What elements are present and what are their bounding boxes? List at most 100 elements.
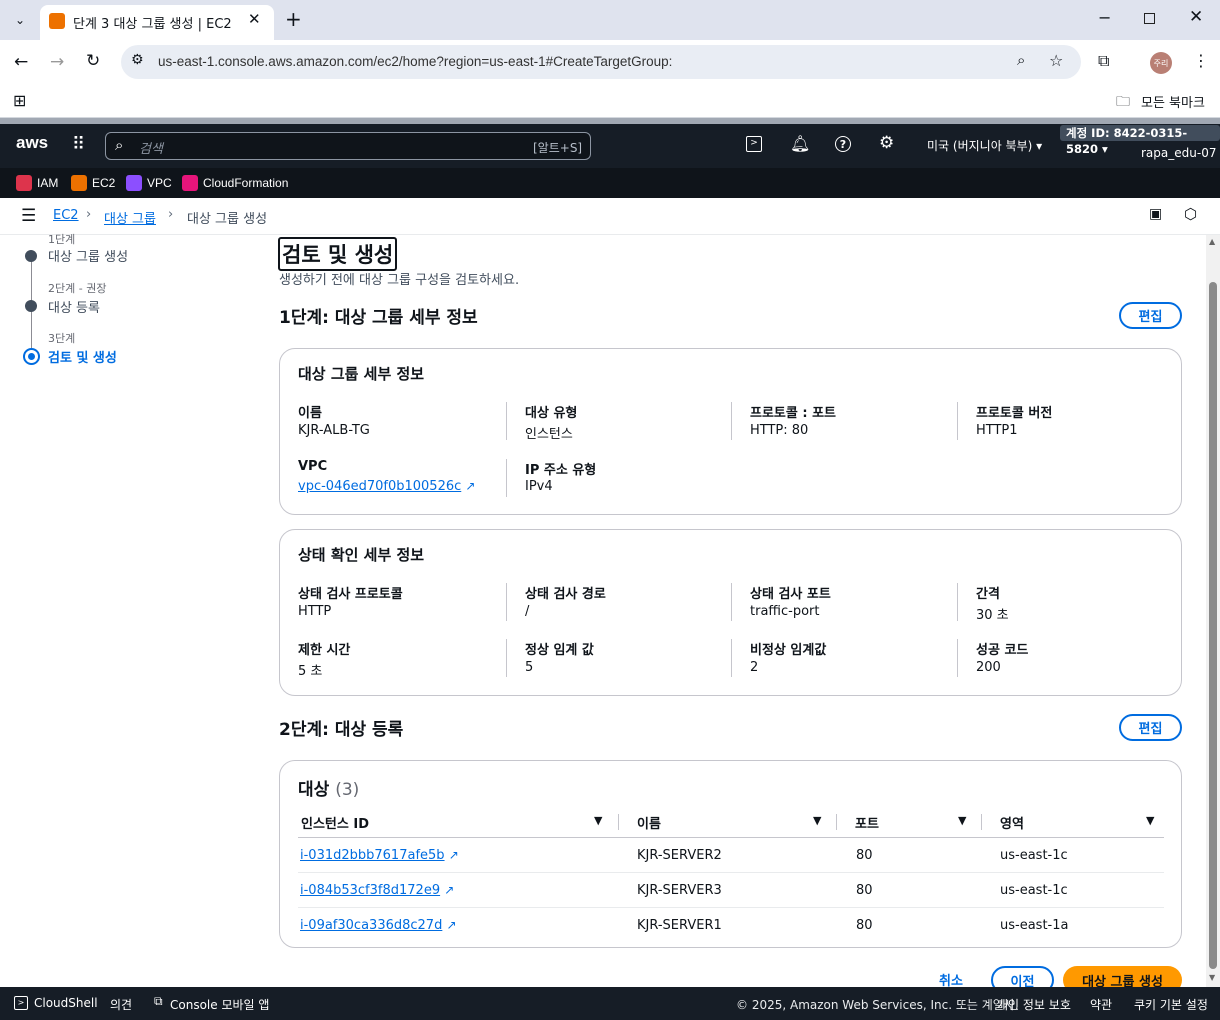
favorite-iam[interactable]: IAM (16, 174, 58, 192)
divider (506, 639, 507, 677)
breadcrumb-target-groups[interactable]: 대상 그룹 (104, 208, 156, 227)
external-link-icon: ↗ (444, 883, 455, 897)
cookies-link[interactable]: 쿠키 기본 설정 (1134, 996, 1208, 1013)
zoom-icon[interactable]: ⌕ (1017, 51, 1025, 69)
close-window-icon[interactable]: ✕ (1189, 7, 1203, 27)
feedback-link[interactable]: 의견 (110, 996, 132, 1013)
instance-id-text: i-084b53cf3f8d172e9 (300, 883, 441, 898)
unhealthy-threshold-value: 2 (750, 660, 759, 675)
hc-port-value: traffic-port (750, 604, 820, 619)
avatar[interactable]: 주리 (1150, 52, 1172, 74)
copyright: © 2025, Amazon Web Services, Inc. 또는 계열사… (736, 998, 1019, 1012)
hc-port-label: 상태 검사 포트 (750, 587, 831, 602)
user-name[interactable]: rapa_edu-07 (1141, 146, 1216, 160)
account-badge[interactable]: 계정 ID: 8422-0315-5820 ▾ (1060, 125, 1220, 156)
sort-icon[interactable]: ▼ (958, 814, 966, 827)
menu-icon[interactable]: ⋮ (1193, 51, 1209, 70)
instance-id-link[interactable]: i-031d2bbb7617afe5b ↗ (300, 848, 459, 863)
mobile-app-icon: ⧉ (154, 994, 163, 1008)
instance-id-link[interactable]: i-09af30ca336d8c27d ↗ (300, 918, 457, 933)
step1-heading: 1단계: 대상 그룹 세부 정보 (279, 308, 478, 328)
extensions-icon[interactable]: ⧉ (1098, 51, 1109, 71)
type-label: 대상 유형 (525, 406, 578, 421)
notifications-bell-icon[interactable]: 🔔︎ (790, 134, 810, 153)
hamburger-menu-icon[interactable]: ☰ (21, 206, 36, 226)
targets-count: (3) (335, 780, 360, 800)
col-instance-id[interactable]: 인스턴스 ID (301, 813, 369, 832)
scroll-down-icon[interactable]: ▼ (1209, 973, 1215, 982)
favorite-label: CloudFormation (203, 176, 289, 190)
instance-id-link[interactable]: i-084b53cf3f8d172e9 ↗ (300, 883, 454, 898)
tab-list-dropdown-icon[interactable]: ⌄ (8, 8, 32, 32)
terms-link[interactable]: 약관 (1090, 996, 1112, 1013)
targets-title: 대상 (3) (298, 775, 359, 800)
chevron-right-icon: › (168, 207, 174, 222)
external-link-icon: ↗ (446, 918, 457, 932)
maximize-icon[interactable] (1144, 13, 1155, 24)
col-name[interactable]: 이름 (637, 813, 661, 832)
favorites-bar: IAM EC2 VPC CloudFormation (0, 168, 1220, 198)
step-label-current: 검토 및 생성 (48, 351, 117, 366)
divider (981, 814, 982, 830)
sort-icon[interactable]: ▼ (1146, 814, 1154, 827)
col-zone[interactable]: 영역 (1000, 813, 1024, 832)
notifications-settings-icon[interactable]: ⬡ (1184, 205, 1197, 223)
table-row: i-09af30ca336d8c27d ↗ KJR-SERVER1 80 us-… (298, 908, 1164, 943)
favorite-label: VPC (147, 176, 172, 190)
cloudshell-footer-icon[interactable]: > (14, 996, 28, 1010)
instance-id-text: i-031d2bbb7617afe5b (300, 848, 445, 863)
new-tab-icon[interactable]: + (285, 7, 302, 31)
scrollbar-track[interactable]: ▲ ▼ (1206, 235, 1220, 987)
cloudshell-icon[interactable]: > (746, 136, 762, 152)
type-value: 인스턴스 (525, 427, 573, 442)
favorite-ec2[interactable]: EC2 (71, 174, 115, 192)
scrollbar-thumb[interactable] (1209, 282, 1217, 969)
vpc-link[interactable]: vpc-046ed70f0b100526c ↗ (298, 479, 475, 494)
step-label[interactable]: 대상 등록 (48, 297, 100, 316)
cloudshell-link[interactable]: CloudShell (34, 996, 98, 1010)
step2-heading: 2단계: 대상 등록 (279, 720, 404, 740)
breadcrumb-ec2[interactable]: EC2 (53, 208, 79, 223)
browser-tab[interactable]: 단계 3 대상 그룹 생성 | EC2 | u ✕ (40, 5, 274, 40)
zone: us-east-1c (1000, 883, 1068, 898)
tutorial-panel-icon[interactable]: ▣ (1149, 206, 1162, 222)
back-icon[interactable]: ← (14, 52, 28, 72)
minimize-icon[interactable]: − (1098, 8, 1111, 27)
bookmark-star-icon[interactable]: ☆ (1049, 51, 1063, 70)
mobile-app-link[interactable]: Console 모바일 앱 (170, 996, 269, 1013)
vpc-icon (126, 175, 142, 191)
all-bookmarks-link[interactable]: 모든 북마크 (1141, 92, 1205, 111)
step-label[interactable]: 대상 그룹 생성 (48, 246, 128, 265)
close-tab-icon[interactable]: ✕ (248, 10, 261, 28)
scroll-up-icon[interactable]: ▲ (1209, 237, 1215, 246)
favorite-vpc[interactable]: VPC (126, 174, 172, 192)
url-field[interactable]: ⚙ us-east-1.console.aws.amazon.com/ec2/h… (121, 45, 1081, 79)
aws-header: aws ⠿ ⌕ 검색 [알트+S] > 🔔︎ ? ⚙ 미국 (버지니아 북부) … (0, 124, 1220, 168)
search-input[interactable]: ⌕ 검색 [알트+S] (105, 132, 591, 160)
edit-step2-button[interactable]: 편집 (1119, 714, 1182, 741)
interval-label: 간격 (976, 587, 1000, 602)
search-placeholder: 검색 (139, 142, 163, 157)
sort-icon[interactable]: ▼ (594, 814, 602, 827)
col-port[interactable]: 포트 (855, 813, 879, 832)
url-text: us-east-1.console.aws.amazon.com/ec2/hom… (158, 54, 673, 69)
favorite-label: EC2 (92, 176, 116, 190)
iam-icon (16, 175, 32, 191)
site-settings-icon[interactable]: ⚙ (131, 52, 144, 68)
ec2-icon (71, 175, 87, 191)
favorite-cloudformation[interactable]: CloudFormation (182, 174, 288, 192)
external-link-icon: ↗ (465, 479, 476, 493)
help-icon[interactable]: ? (835, 136, 851, 152)
forward-icon[interactable]: → (50, 52, 64, 72)
apps-grid-icon[interactable]: ⊞ (13, 91, 26, 110)
aws-logo[interactable]: aws (16, 133, 48, 153)
settings-gear-icon[interactable]: ⚙ (879, 133, 894, 153)
services-grid-icon[interactable]: ⠿ (72, 134, 85, 155)
region-selector[interactable]: 미국 (버지니아 북부) ▾ (927, 137, 1042, 154)
reload-icon[interactable]: ↻ (86, 51, 100, 71)
edit-step1-button[interactable]: 편집 (1119, 302, 1182, 329)
card-title: 상태 확인 세부 정보 (298, 546, 425, 564)
privacy-link[interactable]: 개인 정보 보호 (997, 996, 1071, 1013)
sort-icon[interactable]: ▼ (813, 814, 821, 827)
divider (957, 639, 958, 677)
